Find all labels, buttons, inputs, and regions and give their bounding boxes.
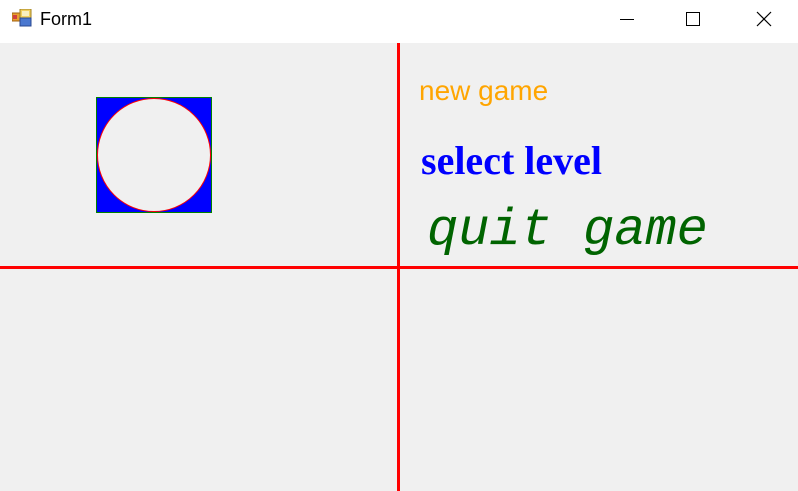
inner-circle [97,98,211,212]
app-window: Form1 new game select level quit game [0,0,798,491]
window-title: Form1 [40,9,93,29]
quit-game-option[interactable]: quit game [427,201,708,261]
close-button[interactable] [741,0,787,38]
app-icon [12,9,32,27]
minimize-icon [620,19,634,20]
new-game-option[interactable]: new game [419,74,548,108]
game-canvas[interactable]: new game select level quit game [0,43,798,491]
select-level-option[interactable]: select level [421,138,602,184]
maximize-button[interactable] [670,0,716,38]
close-icon [756,11,772,27]
maximize-icon [686,12,700,26]
minimize-button[interactable] [604,0,650,38]
circle-in-square-shape [96,97,212,213]
horizontal-divider-line [0,266,798,269]
title-bar[interactable]: Form1 [0,0,798,43]
